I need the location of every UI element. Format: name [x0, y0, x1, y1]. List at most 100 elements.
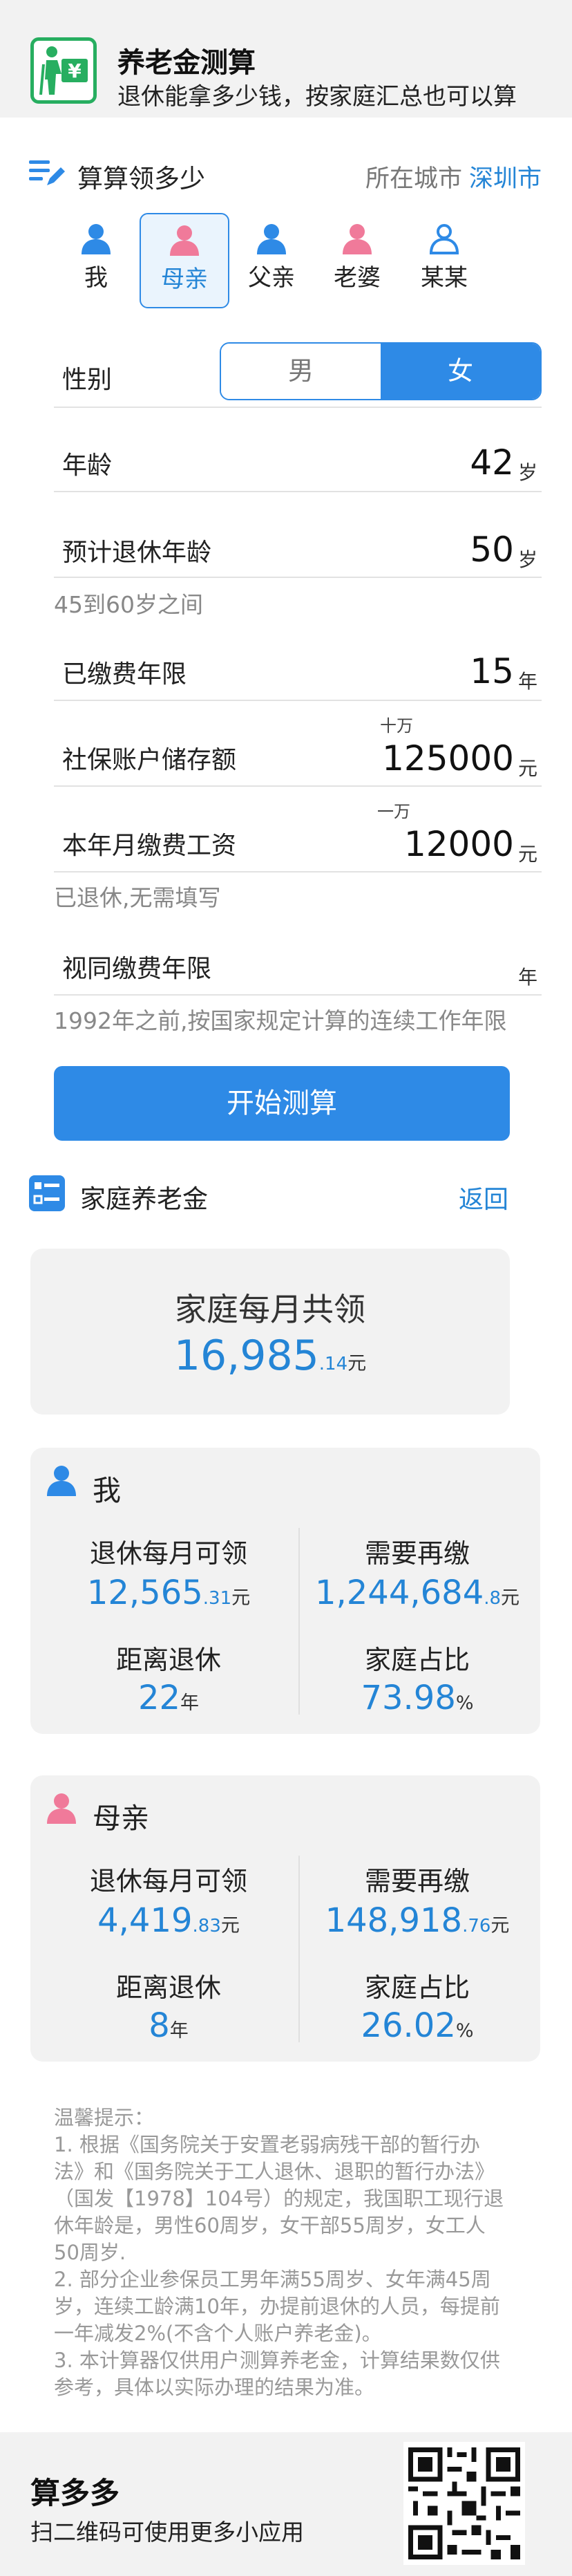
app-subtitle: 退休能拿多少钱，按家庭汇总也可以算	[117, 83, 517, 111]
years-value: 8年	[58, 2006, 279, 2045]
person-outline-icon	[429, 224, 459, 254]
family-total-card: 家庭每月共领 16,985.14元	[30, 1249, 510, 1415]
account-input[interactable]: 125000	[382, 738, 514, 778]
topup-value: 1,244,684.8元	[307, 1574, 528, 1612]
person-tab-father[interactable]: 父亲	[227, 213, 316, 308]
deemed-years-hint: 1992年之前,按国家规定计算的连续工作年限	[54, 1007, 507, 1034]
app-title: 养老金测算	[117, 47, 256, 79]
member-card: 母亲 退休每月可领 4,419.83元 距离退休 8年 需要再缴 148,918…	[30, 1775, 540, 2062]
city-selector[interactable]: 所在城市 深圳市	[365, 159, 542, 194]
notes-line: 休年龄是，男性60周岁，女干部55周岁，女工人	[54, 2214, 486, 2237]
share-num: 73.98	[361, 1679, 456, 1717]
deemed-years-row[interactable]: 视同缴费年限 年	[54, 920, 542, 996]
topup-label: 需要再缴	[364, 1538, 470, 1569]
deemed-years-label: 视同缴费年限	[62, 955, 212, 983]
monthly-unit: 元	[220, 1915, 240, 1936]
person-icon	[46, 1464, 77, 1499]
topup-unit: 元	[490, 1915, 510, 1936]
notes-line: 50周岁.	[54, 2241, 126, 2264]
gender-female-option[interactable]: 女	[381, 344, 540, 399]
monthly-label: 退休每月可领	[89, 1866, 247, 1896]
notes-line: 2. 部分企业参保员工男年满55周岁、女年满45周	[54, 2268, 491, 2291]
gender-label: 性别	[62, 366, 113, 394]
qr-code-icon[interactable]	[403, 2442, 525, 2565]
divider	[298, 1528, 300, 1715]
member-name: 母亲	[93, 1802, 149, 1835]
share-value: 26.02%	[307, 2006, 528, 2045]
member-name: 我	[93, 1474, 121, 1507]
person-female-icon	[46, 1792, 77, 1827]
retire-age-unit: 岁	[517, 548, 537, 571]
family-total-label: 家庭每月共领	[175, 1291, 365, 1328]
monthly-unit: 元	[231, 1587, 251, 1609]
years-value: 22年	[58, 1679, 279, 1717]
age-input[interactable]: 42	[470, 442, 514, 483]
gender-toggle[interactable]: 男 女	[220, 342, 542, 400]
svg-text:¥: ¥	[68, 59, 82, 82]
person-tab-label: 我	[84, 264, 108, 292]
start-calc-button[interactable]: 开始测算	[54, 1066, 510, 1141]
age-label: 年龄	[62, 451, 113, 480]
share-unit: %	[455, 2020, 474, 2042]
topup-dec: .76	[462, 1916, 491, 1936]
notes-line: 1. 根据《国务院关于安置老弱病残干部的暂行办	[54, 2133, 480, 2156]
person-tab-mother[interactable]: 母亲	[140, 213, 229, 308]
family-total-unit: 元	[347, 1353, 367, 1374]
family-total-dec: .14	[318, 1354, 348, 1374]
wage-label: 本年月缴费工资	[62, 832, 237, 860]
footer-title: 算多多	[30, 2476, 120, 2511]
monthly-value: 4,419.83元	[58, 1901, 279, 1940]
years-num: 8	[149, 2006, 170, 2045]
person-tab-me[interactable]: 我	[51, 213, 141, 308]
divider	[298, 1856, 300, 2042]
monthly-int: 12,565	[86, 1574, 203, 1612]
list-card-icon	[29, 1175, 65, 1214]
retire-age-row[interactable]: 预计退休年龄 50 岁	[54, 496, 542, 578]
topup-value: 148,918.76元	[307, 1901, 528, 1940]
age-row[interactable]: 年龄 42 岁	[54, 415, 542, 492]
years-num: 22	[137, 1679, 181, 1717]
years-label: 距离退休	[115, 1972, 221, 2003]
retire-age-input[interactable]: 50	[470, 530, 514, 570]
wage-unit: 元	[517, 843, 537, 866]
age-unit: 岁	[517, 461, 537, 484]
paid-years-input[interactable]: 15	[470, 651, 514, 691]
person-icon	[82, 224, 111, 254]
notes-line: 法》和《国务院关于工人退休、退职的暂行办法》	[54, 2160, 495, 2183]
person-tab-wife[interactable]: 老婆	[312, 213, 402, 308]
back-link[interactable]: 返回	[459, 1179, 508, 1215]
monthly-dec: .31	[202, 1588, 232, 1609]
deemed-years-unit: 年	[517, 966, 537, 989]
wage-row[interactable]: 本年月缴费工资 一万 12000 元	[54, 788, 542, 872]
paid-years-label: 已缴费年限	[62, 660, 187, 689]
member-card: 我 退休每月可领 12,565.31元 距离退休 22年 需要再缴 1,244,…	[30, 1448, 540, 1734]
person-female-icon	[170, 225, 199, 256]
years-label: 距离退休	[115, 1645, 221, 1675]
wage-input[interactable]: 12000	[404, 824, 514, 864]
city-label: 所在城市	[365, 165, 462, 193]
share-label: 家庭占比	[364, 1645, 470, 1675]
notes-line: 温馨提示：	[54, 2106, 155, 2129]
footer-subtitle: 扫二维码可使用更多小应用	[30, 2519, 304, 2546]
family-total-value: 16,985.14元	[30, 1332, 510, 1380]
person-tab-other[interactable]: 某某	[399, 213, 489, 308]
monthly-dec: .83	[192, 1916, 221, 1936]
paid-years-row[interactable]: 已缴费年限 15 年	[54, 626, 542, 701]
account-label: 社保账户储存额	[62, 746, 237, 774]
account-row[interactable]: 社保账户储存额 十万 125000 元	[54, 702, 542, 787]
gender-male-option[interactable]: 男	[221, 344, 381, 399]
person-tab-label: 老婆	[334, 264, 381, 292]
city-value[interactable]: 深圳市	[469, 165, 542, 193]
account-scale: 十万	[380, 716, 413, 736]
share-unit: %	[455, 1692, 474, 1714]
notes-line: （国发【1978】104号）的规定，我国职工现行退	[54, 2187, 504, 2210]
share-value: 73.98%	[307, 1679, 528, 1717]
topup-dec: .8	[484, 1588, 502, 1609]
retire-age-label: 预计退休年龄	[62, 539, 212, 567]
edit-list-icon	[29, 158, 66, 192]
wage-scale: 一万	[377, 802, 410, 821]
account-unit: 元	[517, 757, 537, 780]
family-total-int: 16,985	[173, 1332, 319, 1380]
share-label: 家庭占比	[364, 1972, 470, 2003]
person-icon	[257, 224, 286, 254]
